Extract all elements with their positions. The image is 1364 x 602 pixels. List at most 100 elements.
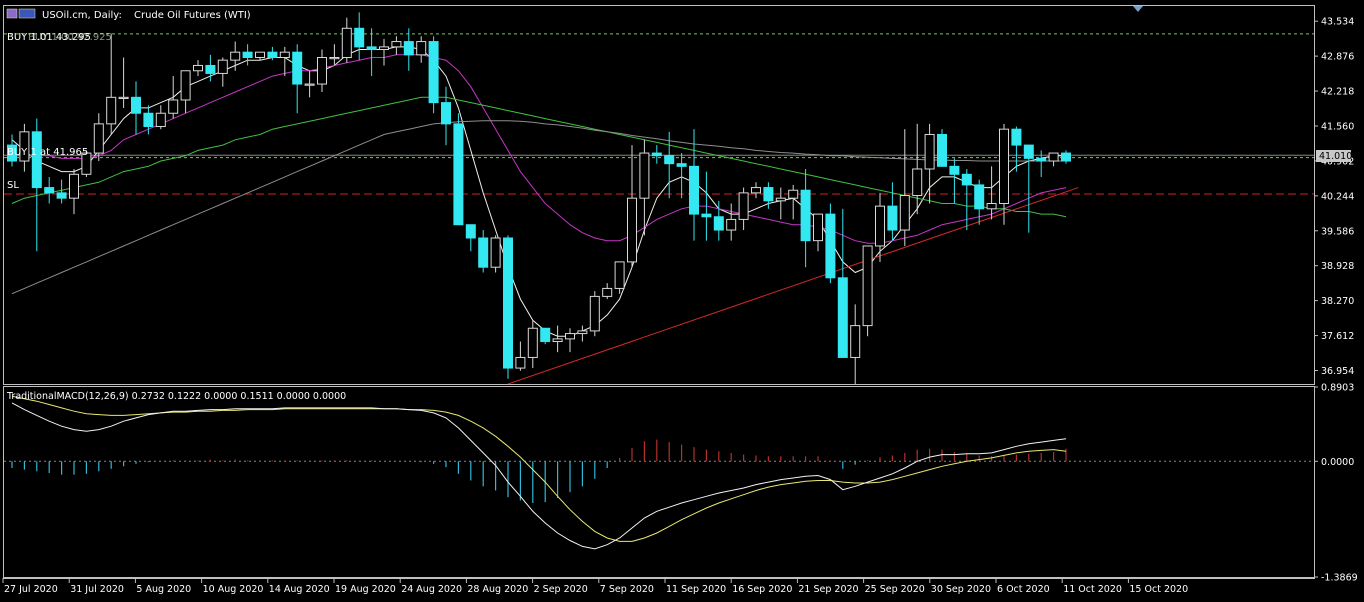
price-tick-label: 38.270 xyxy=(1321,296,1354,307)
time-tick-label: 11 Sep 2020 xyxy=(666,584,726,595)
candle-body xyxy=(317,56,327,85)
candle-body xyxy=(69,173,79,199)
candle-body xyxy=(937,133,947,167)
candle-body xyxy=(292,51,303,85)
candle-body xyxy=(775,197,786,202)
candle-body xyxy=(527,327,538,358)
candle-body xyxy=(106,96,117,125)
time-tick-label: 21 Sep 2020 xyxy=(798,584,858,595)
candle-body xyxy=(986,202,997,210)
chart-canvas[interactable]: USOil.cm, Daily: Crude Oil Futures (WTI)… xyxy=(0,0,1364,598)
candle-body xyxy=(255,51,265,58)
candle-body xyxy=(329,56,340,60)
buy-mid-label[interactable]: BUY 1 at 41.965 xyxy=(7,147,88,158)
candle-body xyxy=(31,131,42,189)
chart-window: USOil.cm, Daily: Crude Oil Futures (WTI)… xyxy=(0,0,1364,598)
candle-body xyxy=(763,187,774,202)
window-icon xyxy=(6,8,18,19)
price-tick-label: 36.954 xyxy=(1321,366,1354,377)
candle-body xyxy=(304,83,315,86)
macd-signal-line xyxy=(11,395,1067,542)
candle-body xyxy=(56,192,67,199)
candle-body xyxy=(887,205,898,231)
candle-body xyxy=(949,165,960,175)
candle-body xyxy=(205,64,216,74)
time-tick-label: 15 Oct 2020 xyxy=(1129,584,1188,595)
candle-body xyxy=(1036,157,1047,162)
macd-tick-label: 0.0000 xyxy=(1321,457,1354,468)
candle-body xyxy=(850,325,861,358)
candle-body xyxy=(515,356,526,369)
time-tick-label: 31 Jul 2020 xyxy=(70,584,124,595)
candle-body xyxy=(627,197,637,263)
sl-label[interactable]: SL xyxy=(7,180,19,191)
candle-body xyxy=(676,163,687,167)
macd-tick-label: -1.3869 xyxy=(1321,573,1358,584)
time-tick-label: 5 Aug 2020 xyxy=(136,584,191,595)
candle-body xyxy=(441,102,451,125)
time-tick-label: 2 Sep 2020 xyxy=(534,584,588,595)
candle-body xyxy=(974,184,985,210)
macd-label: TraditionalMACD(12,26,9) 0.2732 0.1222 0… xyxy=(6,391,346,402)
candle-body xyxy=(118,96,129,100)
candle-body xyxy=(713,216,724,231)
candle-body xyxy=(726,218,737,231)
candle-body xyxy=(478,237,489,268)
symbol-label: USOil.cm, Daily: xyxy=(42,10,122,21)
candle-body xyxy=(875,205,885,247)
candle-body xyxy=(379,46,389,51)
candle-body xyxy=(589,295,600,332)
candle-body xyxy=(143,112,154,128)
price-tick-label: 39.586 xyxy=(1321,226,1354,237)
candle-body xyxy=(1048,152,1059,162)
price-tick-label: 43.534 xyxy=(1321,17,1354,28)
candle-body xyxy=(267,51,278,58)
instrument-name: Crude Oil Futures (WTI) xyxy=(134,10,251,21)
time-tick-label: 25 Sep 2020 xyxy=(865,584,925,595)
candle-body xyxy=(1061,152,1071,162)
ma-fast-line xyxy=(11,46,1066,337)
time-tick-label: 19 Aug 2020 xyxy=(335,584,396,595)
chart-header: USOil.cm, Daily: Crude Oil Futures (WTI) xyxy=(6,8,251,21)
candle-body xyxy=(354,27,365,48)
price-tick-label: 40.244 xyxy=(1321,191,1354,202)
time-tick-label: 16 Sep 2020 xyxy=(732,584,792,595)
candle-body xyxy=(341,27,352,58)
candle-body xyxy=(540,327,551,343)
flag-icon xyxy=(18,8,36,19)
candle-body xyxy=(193,64,203,72)
candle-body xyxy=(1011,128,1022,146)
candle-body xyxy=(800,189,811,242)
candle-body xyxy=(242,51,253,58)
price-tick-label: 37.612 xyxy=(1321,331,1354,342)
candle-body xyxy=(577,330,588,335)
candle-body xyxy=(552,338,563,343)
candle-body xyxy=(999,128,1009,204)
time-tick-label: 11 Oct 2020 xyxy=(1063,584,1122,595)
candle-body xyxy=(862,245,873,327)
candle-body xyxy=(924,133,935,170)
price-tick-label: 38.928 xyxy=(1321,261,1354,272)
price-tick-label: 42.218 xyxy=(1321,87,1354,98)
time-tick-label: 7 Sep 2020 xyxy=(600,584,654,595)
candle-body xyxy=(391,41,402,48)
candle-body xyxy=(961,173,972,186)
price-tick-label: 42.876 xyxy=(1321,52,1354,63)
time-tick-label: 30 Sep 2020 xyxy=(931,584,991,595)
candle-body xyxy=(131,96,141,114)
chart-shift-marker-icon[interactable] xyxy=(1133,6,1143,12)
current-price-tag: 41.010 xyxy=(1319,151,1352,162)
candle-body xyxy=(614,261,625,289)
candle-body xyxy=(813,213,823,242)
time-tick-label: 24 Aug 2020 xyxy=(401,584,462,595)
candle-body xyxy=(837,277,848,358)
price-tick-label: 41.560 xyxy=(1321,121,1354,132)
candle-body xyxy=(44,187,55,194)
candle-body xyxy=(602,287,613,297)
candle-body xyxy=(168,99,179,114)
time-tick-label: 27 Jul 2020 xyxy=(4,584,58,595)
candle-body xyxy=(465,224,476,239)
candle-body xyxy=(738,192,749,220)
buy-top-overlap-label[interactable]: BUY 1.00 42.925 xyxy=(28,32,112,43)
candle-body xyxy=(93,123,104,154)
